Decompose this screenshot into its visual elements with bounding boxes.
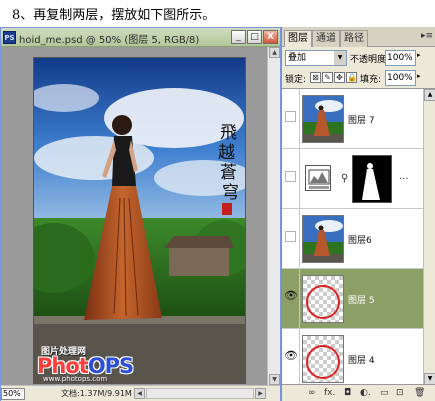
document-title: hoid_me.psd @ 50% (图层 5, RGB/8) [19,35,200,46]
blend-mode-select[interactable]: 叠加 ▼ [285,50,347,66]
levels-adjustment-icon[interactable] [305,165,331,191]
layer-row-selected[interactable]: 👁 图层 5 [282,269,423,329]
lock-all-icon[interactable]: 🔒 [346,72,357,83]
lock-transparency-icon[interactable]: ⊠ [310,72,321,83]
photops-watermark: 图片处理网 PhotOPS www.photops.com [37,344,147,384]
link-layers-icon[interactable]: ∞ [308,388,316,398]
blend-mode-value: 叠加 [288,53,307,63]
scroll-left-icon[interactable]: ◀ [134,388,145,399]
visibility-toggle[interactable]: 👁 [282,329,300,385]
layers-list: 图层 7 ⚲ ... 图层6 👁 图层 5 👁 图层 4 ▲ ▼ [282,88,435,385]
chevron-down-icon: ▼ [334,51,346,65]
panel-tabs: 图层 通道 路径 ▸≡ [282,27,435,47]
document-size-info[interactable]: 文档:1.37M/9.91M [61,388,132,399]
layer-name[interactable]: 图层 5 [348,293,375,306]
tab-paths[interactable]: 路径 [340,30,368,47]
tab-channels[interactable]: 通道 [312,30,340,47]
layer-style-icon[interactable]: fx. [324,388,335,398]
layer-thumbnail [302,215,344,263]
adjustment-layer-row[interactable]: ⚲ ... [282,149,423,209]
lock-label: 锁定: [285,75,307,85]
new-layer-icon[interactable]: ⊡ [396,388,404,398]
lock-pixels-icon[interactable]: ✎ [322,72,333,83]
visibility-toggle[interactable] [282,89,300,149]
scroll-right-icon[interactable]: ▶ [255,388,266,399]
layer-thumbnail [302,275,344,323]
layers-panel: 图层 通道 路径 ▸≡ 叠加 ▼ 不透明度: 100% ▸ 锁定: ⊠ ✎ ✥ … [281,27,435,401]
trash-icon[interactable]: 🗑 [414,388,425,398]
minimize-button[interactable]: _ [231,30,246,44]
eye-icon: 👁 [284,349,298,362]
blend-row: 叠加 ▼ 不透明度: 100% ▸ [282,48,435,68]
maximize-button[interactable]: □ [247,30,262,44]
close-button[interactable]: X [263,30,278,44]
layer-row[interactable]: 图层6 [282,209,423,269]
layer-thumbnail [302,95,344,143]
canvas-photo[interactable]: 飛 越 蒼 穹 [33,57,246,384]
eye-icon [285,231,296,242]
vertical-scrollbar[interactable]: ▲ ▼ [267,47,280,385]
fill-field[interactable]: 100% [385,70,416,86]
layer-name[interactable]: 图层6 [348,233,372,246]
opacity-field[interactable]: 100% [385,50,416,66]
svg-text:越: 越 [218,143,235,163]
fill-dropdown-icon[interactable]: ▸ [417,72,421,80]
layer-name[interactable]: 图层 4 [348,353,375,366]
layer-name[interactable]: 图层 7 [348,113,375,126]
layers-bottom-bar: ∞ fx. ◘ ◐. ▭ ⊡ 🗑 [282,384,435,401]
caption: 8、再复制两层，摆放如下图所示。 [12,8,216,23]
layer-mask-thumbnail[interactable] [352,155,392,203]
red-circle-thumbnail [306,345,340,379]
red-circle-thumbnail [306,285,340,319]
eye-icon [285,171,296,182]
panel-menu-icon[interactable]: ▸≡ [421,31,433,41]
link-icon[interactable]: ⚲ [341,173,348,184]
document-title-bar[interactable]: PS hoid_me.psd @ 50% (图层 5, RGB/8) _ □ X [1,28,280,47]
horizontal-scrollbar[interactable] [146,388,254,399]
visibility-toggle[interactable] [282,209,300,269]
eye-icon [285,111,296,122]
svg-text:穹: 穹 [222,183,239,203]
layer-row[interactable]: 图层 7 [282,89,423,149]
add-mask-icon[interactable]: ◘ [344,388,351,398]
svg-text:蒼: 蒼 [220,163,237,183]
scroll-up-icon[interactable]: ▲ [269,47,280,58]
layer-thumbnail [302,335,344,383]
new-group-icon[interactable]: ▭ [380,388,389,398]
visibility-toggle[interactable]: 👁 [282,269,300,329]
zoom-field[interactable]: 50% [1,388,25,400]
fill-label: 填充: [360,75,382,85]
opacity-label: 不透明度: [350,55,390,65]
lock-row: 锁定: ⊠ ✎ ✥ 🔒 填充: 100% ▸ [282,69,435,87]
adjustment-layer-icon[interactable]: ◐. [360,388,371,398]
status-bar: 50% 文档:1.37M/9.91M ◀ ▶ [1,385,280,401]
watermark-url: www.photops.com [43,375,108,383]
visibility-toggle[interactable] [282,149,300,209]
tab-layers[interactable]: 图层 [284,30,312,47]
layers-scrollbar[interactable]: ▲ ▼ [423,89,435,385]
photoshop-icon: PS [3,31,16,44]
opacity-dropdown-icon[interactable]: ▸ [417,51,421,59]
scroll-up-icon[interactable]: ▲ [424,89,435,101]
eye-icon: 👁 [284,289,298,302]
svg-text:飛: 飛 [220,123,237,143]
layer-row[interactable]: 👁 图层 4 [282,329,423,385]
scroll-down-icon[interactable]: ▼ [269,374,280,385]
more-icon: ... [399,171,409,182]
lock-position-icon[interactable]: ✥ [334,72,345,83]
